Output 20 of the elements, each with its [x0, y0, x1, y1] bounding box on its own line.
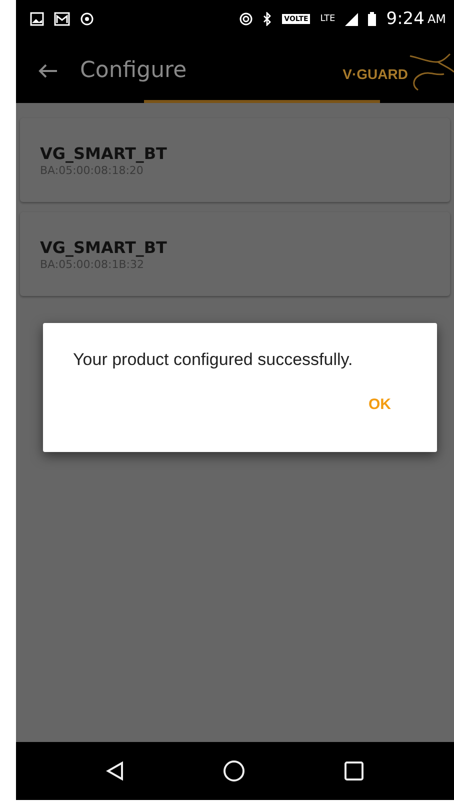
- signal-icon: [345, 12, 358, 26]
- music-icon: [80, 12, 94, 26]
- clock-time: 9:24: [386, 9, 424, 29]
- device-name: VG_SMART_BT: [40, 144, 168, 162]
- recents-icon[interactable]: [344, 761, 364, 781]
- ok-button[interactable]: OK: [364, 392, 395, 417]
- clock-period: AM: [427, 12, 446, 26]
- screen-title: Configure: [80, 58, 187, 83]
- network-type: LTE: [320, 14, 336, 24]
- hotspot-icon: [239, 12, 254, 26]
- back-nav-icon[interactable]: [106, 761, 124, 781]
- back-icon[interactable]: [38, 62, 58, 78]
- battery-icon: [368, 12, 376, 26]
- image-icon: [30, 12, 44, 26]
- bluetooth-icon: [263, 12, 272, 26]
- brand-logo-text: V·GUARD: [342, 66, 408, 82]
- dialog-message: Your product configured successfully.: [72, 349, 354, 370]
- home-icon[interactable]: [222, 760, 245, 782]
- device-name: VG_SMART_BT: [40, 238, 168, 256]
- mail-icon: [54, 12, 70, 26]
